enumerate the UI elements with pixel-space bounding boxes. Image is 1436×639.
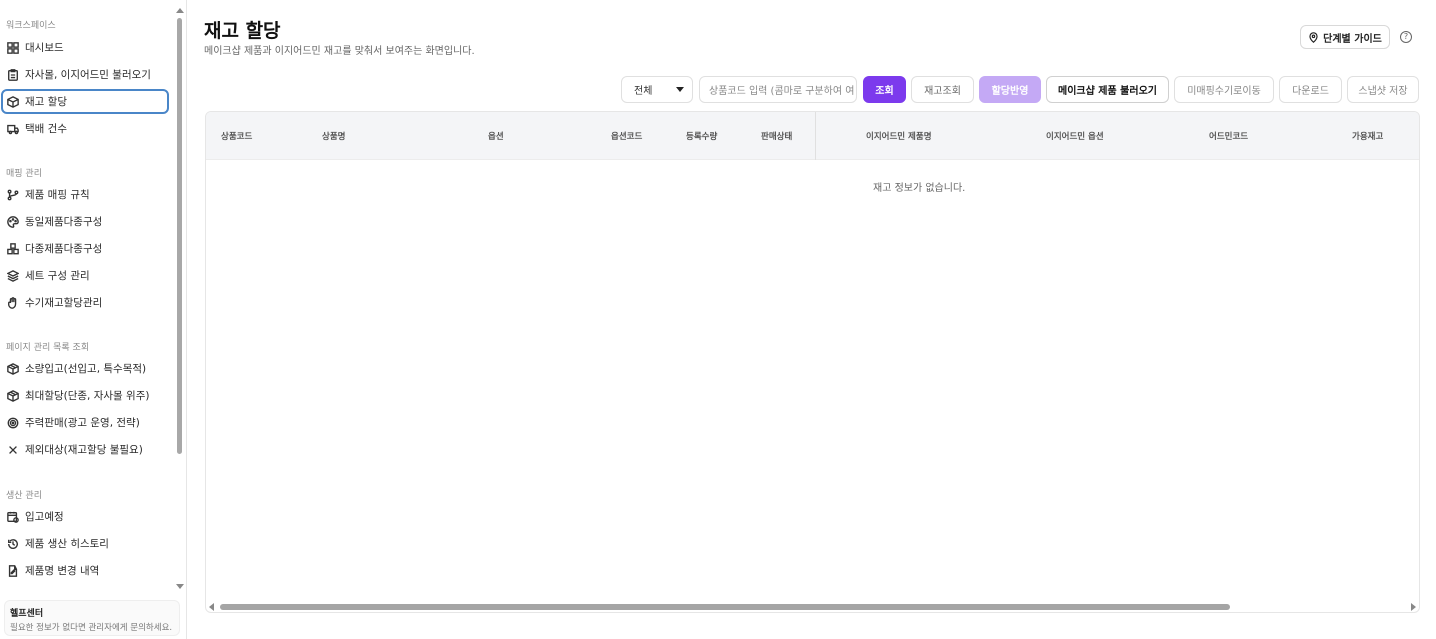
sidebar-item-label: 주력판매(광고 운영, 전략) xyxy=(25,417,140,429)
sidebar-item-label: 자사몰, 이지어드민 불러오기 xyxy=(25,69,151,81)
search-placeholder: 상품코드 입력 (콤마로 구분하여 여 xyxy=(709,86,855,97)
empty-state-text: 재고 정보가 없습니다. xyxy=(873,183,966,194)
sidebar-item-same-product-multi[interactable]: 동일제품다종구성 xyxy=(1,209,169,234)
sidebar-item-mapping-rules[interactable]: 제품 매핑 규칙 xyxy=(1,182,169,207)
edit-doc-icon xyxy=(6,564,19,577)
sidebar-item-label: 제품 매핑 규칙 xyxy=(25,189,90,201)
sidebar-item-label: 대시보드 xyxy=(25,42,64,54)
column-header-product-name[interactable]: 상품명 xyxy=(322,112,345,160)
sidebar-item-main-sales[interactable]: 주력판매(광고 운영, 전략) xyxy=(1,410,169,435)
sidebar-item-scheduled-inbound[interactable]: 입고예정 xyxy=(1,504,169,529)
scroll-down-arrow-icon[interactable] xyxy=(176,584,184,589)
sidebar-item-manual-allocation[interactable]: 수기재고할당관리 xyxy=(1,290,169,315)
move-unmapped-manual-button[interactable]: 미매핑수기로이동 xyxy=(1174,76,1274,103)
history-icon xyxy=(6,537,19,550)
scroll-up-arrow-icon[interactable] xyxy=(176,8,184,13)
scroll-left-arrow-icon[interactable] xyxy=(209,603,214,611)
column-header-product-code[interactable]: 상품코드 xyxy=(221,112,252,160)
sidebar-item-set-config[interactable]: 세트 구성 관리 xyxy=(1,263,169,288)
sidebar-item-small-inbound[interactable]: 소량입고(선입고, 특수목적) xyxy=(1,356,169,381)
filter-select[interactable]: 전체 xyxy=(621,76,693,103)
apply-allocation-button[interactable]: 할당반영 xyxy=(979,76,1041,103)
save-snapshot-button[interactable]: 스냅샷 저장 xyxy=(1347,76,1419,103)
package-icon xyxy=(6,389,19,402)
sidebar-item-label: 세트 구성 관리 xyxy=(25,270,90,282)
sidebar-item-stock-allocation[interactable]: 재고 할당 xyxy=(1,89,169,114)
sidebar-item-multi-product-multi[interactable]: 다종제품다종구성 xyxy=(1,236,169,261)
section-label-mapping: 매핑 관리 xyxy=(6,169,42,179)
sidebar-item-import[interactable]: 자사몰, 이지어드민 불러오기 xyxy=(1,62,169,87)
table-scroll-thumb[interactable] xyxy=(220,604,1230,610)
filter-select-value: 전체 xyxy=(634,86,653,97)
sidebar-item-label: 제품명 변경 내역 xyxy=(25,565,100,577)
load-makeshop-products-button[interactable]: 메이크샵 제품 불러오기 xyxy=(1046,76,1169,103)
app-window: 워크스페이스 대시보드 자사몰, 이지어드민 불러오기 재고 할당 택배 건수 … xyxy=(0,0,1436,639)
sidebar-item-production-history[interactable]: 제품 생산 히스토리 xyxy=(1,531,169,556)
query-button[interactable]: 조회 xyxy=(863,76,906,103)
help-center-title: 헬프센터 xyxy=(10,609,44,619)
box-icon xyxy=(6,95,19,108)
product-code-search-input[interactable]: 상품코드 입력 (콤마로 구분하여 여 xyxy=(699,76,857,103)
scroll-right-arrow-icon[interactable] xyxy=(1411,603,1416,611)
column-header-ezadmin-option[interactable]: 이지어드민 옵션 xyxy=(1046,112,1104,160)
sidebar-item-label: 최대할당(단종, 자사몰 위주) xyxy=(25,390,150,402)
column-header-ezadmin-product-name[interactable]: 이지어드민 제품명 xyxy=(866,112,932,160)
page-title: 재고 할당 xyxy=(204,20,281,42)
sidebar-item-label: 수기재고할당관리 xyxy=(25,297,103,309)
step-guide-button[interactable]: 단계별 가이드 xyxy=(1300,25,1390,49)
hand-icon xyxy=(6,296,19,309)
sidebar-item-dashboard[interactable]: 대시보드 xyxy=(1,35,169,60)
section-label-production: 생산 관리 xyxy=(6,491,42,501)
map-pin-icon xyxy=(1309,31,1318,43)
sidebar-item-max-allocation[interactable]: 최대할당(단종, 자사몰 위주) xyxy=(1,383,169,408)
sidebar-item-name-change-log[interactable]: 제품명 변경 내역 xyxy=(1,558,169,583)
dashboard-icon xyxy=(6,41,19,54)
column-header-registered-qty[interactable]: 등록수량 xyxy=(686,112,717,160)
sidebar-item-label: 입고예정 xyxy=(25,511,64,523)
clipboard-icon xyxy=(6,68,19,81)
layers-icon xyxy=(6,269,19,282)
help-question-icon[interactable]: ? xyxy=(1400,31,1412,43)
truck-icon xyxy=(6,122,19,135)
sidebar-item-label: 제외대상(재고할당 불필요) xyxy=(25,444,143,456)
calendar-clock-icon xyxy=(6,510,19,523)
sidebar-item-delivery-count[interactable]: 택배 건수 xyxy=(1,116,169,141)
section-label-workspace: 워크스페이스 xyxy=(6,21,56,31)
sidebar: 워크스페이스 대시보드 자사몰, 이지어드민 불러오기 재고 할당 택배 건수 … xyxy=(0,0,187,639)
download-button[interactable]: 다운로드 xyxy=(1279,76,1342,103)
sidebar-item-excluded[interactable]: 제외대상(재고할당 불필요) xyxy=(1,437,169,462)
page-subtitle: 메이크샵 제품과 이지어드민 재고를 맞춰서 보여주는 화면입니다. xyxy=(204,46,475,57)
x-icon xyxy=(6,443,19,456)
sidebar-scroll-thumb[interactable] xyxy=(177,18,182,454)
step-guide-label: 단계별 가이드 xyxy=(1323,33,1382,45)
palette-icon xyxy=(6,215,19,228)
column-header-option-code[interactable]: 옵션코드 xyxy=(611,112,642,160)
package-icon xyxy=(6,362,19,375)
sidebar-item-label: 소량입고(선입고, 특수목적) xyxy=(25,363,147,375)
sidebar-item-label: 동일제품다종구성 xyxy=(25,216,103,228)
branch-icon xyxy=(6,188,19,201)
column-header-option[interactable]: 옵션 xyxy=(488,112,504,160)
target-icon xyxy=(6,416,19,429)
column-header-available-stock[interactable]: 가용재고 xyxy=(1352,112,1383,160)
column-header-admin-code[interactable]: 어드민코드 xyxy=(1209,112,1248,160)
column-divider xyxy=(815,112,816,160)
table-horizontal-scrollbar[interactable] xyxy=(206,600,1419,612)
sidebar-item-label: 다종제품다종구성 xyxy=(25,243,103,255)
column-header-sale-status[interactable]: 판매상태 xyxy=(761,112,792,160)
help-center-desc: 필요한 정보가 없다면 관리자에게 문의하세요. xyxy=(10,623,173,633)
sidebar-item-label: 재고 할당 xyxy=(25,96,67,108)
chevron-down-icon xyxy=(676,87,684,92)
section-label-page-management: 페이지 관리 목록 조회 xyxy=(6,343,90,353)
stock-lookup-button[interactable]: 재고조회 xyxy=(911,76,974,103)
stock-table: 상품코드 상품명 옵션 옵션코드 등록수량 판매상태 이지어드민 제품명 이지어… xyxy=(205,111,1420,613)
help-center-card[interactable]: 헬프센터 필요한 정보가 없다면 관리자에게 문의하세요. xyxy=(4,600,180,636)
sidebar-item-label: 제품 생산 히스토리 xyxy=(25,538,109,550)
boxes-icon xyxy=(6,242,19,255)
sidebar-item-label: 택배 건수 xyxy=(25,123,67,135)
table-header: 상품코드 상품명 옵션 옵션코드 등록수량 판매상태 이지어드민 제품명 이지어… xyxy=(206,112,1419,160)
